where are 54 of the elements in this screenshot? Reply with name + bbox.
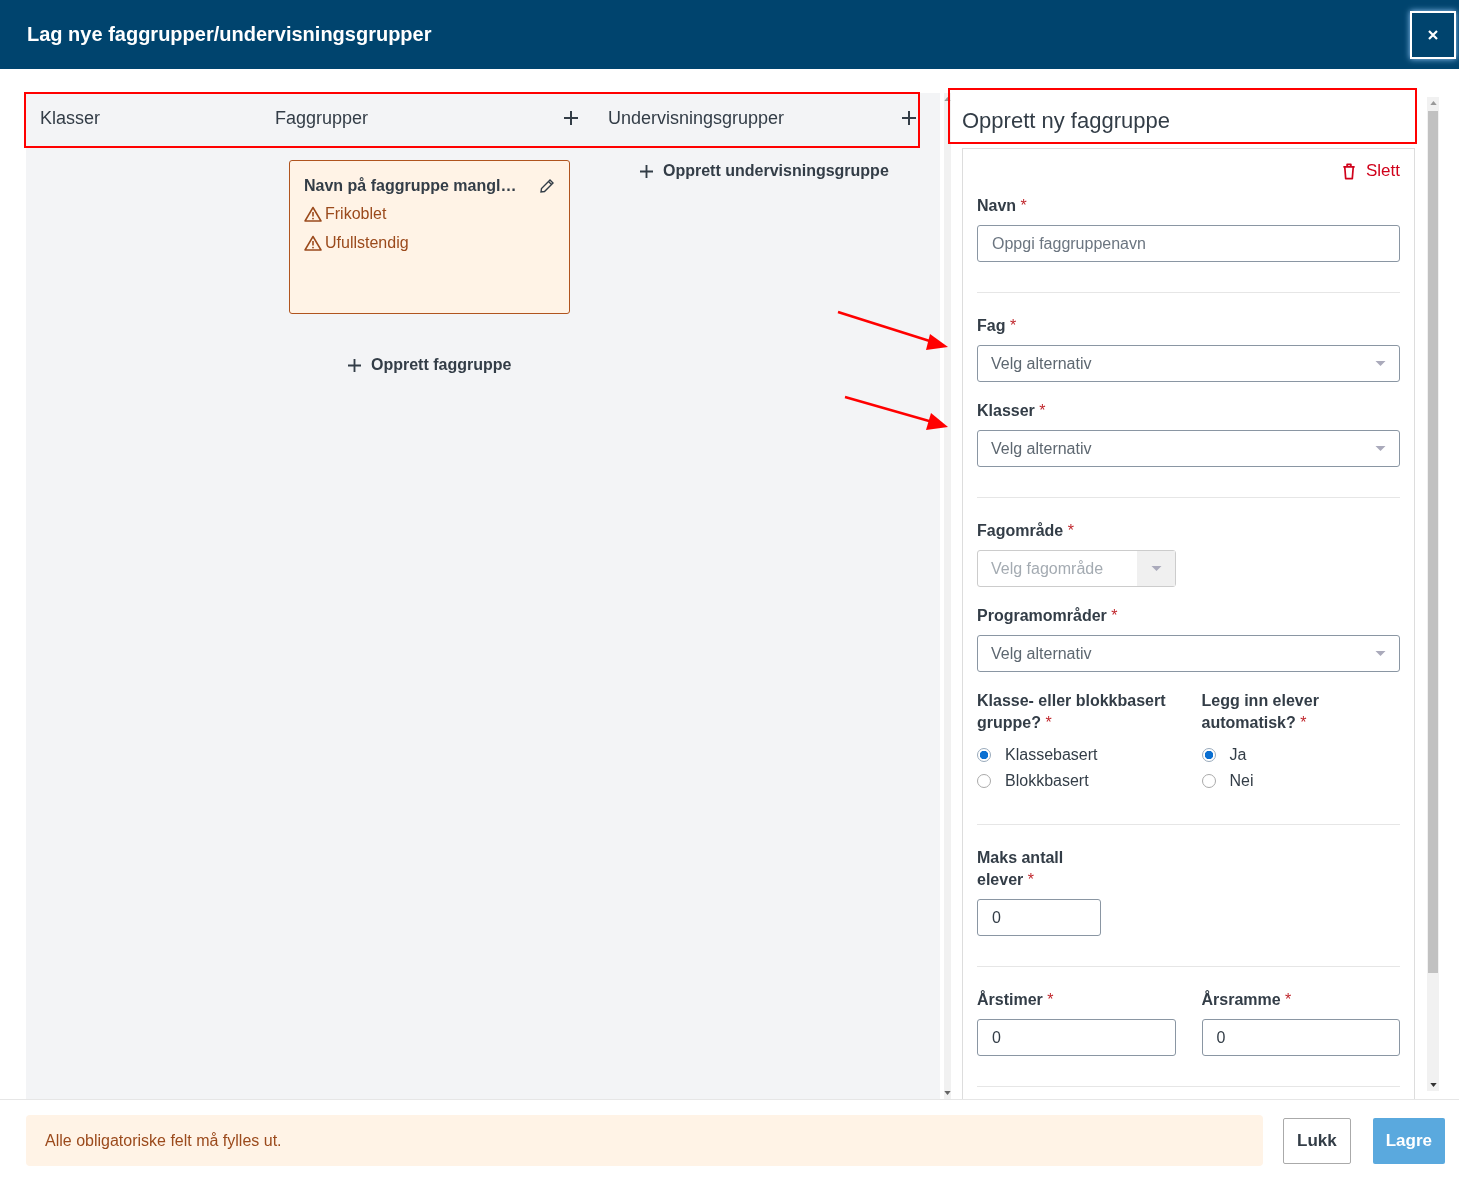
validation-message: Alle obligatoriske felt må fylles ut. (26, 1115, 1263, 1166)
field-label: Klasser * (977, 401, 1047, 421)
scrollbar[interactable] (944, 93, 951, 1099)
radio-option[interactable]: Nei (1201, 768, 1400, 794)
select-dropdown[interactable]: Velg alternativ (977, 430, 1400, 467)
field-label: Årstimer * (977, 989, 1055, 1010)
scrollbar[interactable] (1427, 97, 1439, 1091)
warning-icon (304, 235, 322, 251)
plus-icon (640, 164, 653, 178)
close-dialog-button[interactable]: Lukk (1283, 1117, 1351, 1164)
field-label: Klasse- eller blokkbasert gruppe? * (977, 691, 1167, 733)
add-icon[interactable] (564, 111, 578, 125)
delete-button[interactable]: Slett (1341, 161, 1400, 181)
number-input[interactable]: 0 (1201, 1019, 1400, 1056)
number-input[interactable]: 0 (977, 1019, 1176, 1056)
warning-text: Frikoblet (325, 205, 387, 223)
radio-option[interactable]: Klassebasert (977, 742, 1176, 768)
field-label: Legg inn elever automatisk? * (1201, 691, 1320, 733)
warning-icon (304, 206, 322, 222)
create-faggruppe-button[interactable]: Opprett faggruppe (346, 354, 514, 376)
select-dropdown[interactable]: Velg alternativ (977, 345, 1400, 382)
field-label: Fag * (977, 316, 1018, 336)
caret-icon (1374, 361, 1386, 366)
faggruppe-name: Navn på faggruppe mangl… (304, 177, 517, 195)
add-icon[interactable] (902, 111, 916, 125)
warning-text: Ufullstendig (325, 234, 409, 252)
radio-option[interactable]: Blokkbasert (977, 768, 1176, 794)
edit-icon[interactable] (539, 178, 555, 194)
dialog-title: Lag nye faggrupper/undervisningsgrupper (27, 23, 432, 46)
field-label: Fagområde * (977, 521, 1075, 541)
caret-icon (1150, 566, 1162, 571)
faggruppe-card[interactable]: Navn på faggruppe mangl… Frikoblet Ufullstendig (289, 160, 570, 314)
column-header: Klasser (40, 107, 101, 129)
close-button[interactable] (1410, 10, 1456, 59)
caret-icon (1374, 446, 1386, 451)
create-undervisningsgruppe-button[interactable]: Opprett undervisningsgruppe (638, 160, 891, 182)
name-input[interactable]: Oppgi faggruppenavn (977, 225, 1400, 262)
field-label: Maks antall elever * (977, 848, 1065, 890)
column-header: Faggrupper (275, 107, 369, 129)
caret-icon (1374, 651, 1386, 656)
close-icon (1427, 28, 1439, 41)
scroll-up-icon[interactable] (944, 97, 951, 101)
radio-option[interactable]: Ja (1201, 742, 1400, 768)
field-label: Navn * (977, 196, 1028, 216)
trash-icon (1341, 162, 1356, 180)
field-label: Programområder * (977, 606, 1119, 626)
field-label: Årsramme * (1201, 989, 1293, 1010)
plus-icon (348, 358, 361, 372)
scroll-down-icon[interactable] (1429, 1083, 1437, 1087)
select-dropdown[interactable]: Velg alternativ (977, 635, 1400, 672)
column-header: Undervisningsgrupper (608, 107, 785, 129)
scroll-down-icon[interactable] (944, 1091, 951, 1095)
number-input[interactable]: 0 (977, 899, 1101, 936)
form-title: Opprett ny faggruppe (962, 107, 1170, 135)
